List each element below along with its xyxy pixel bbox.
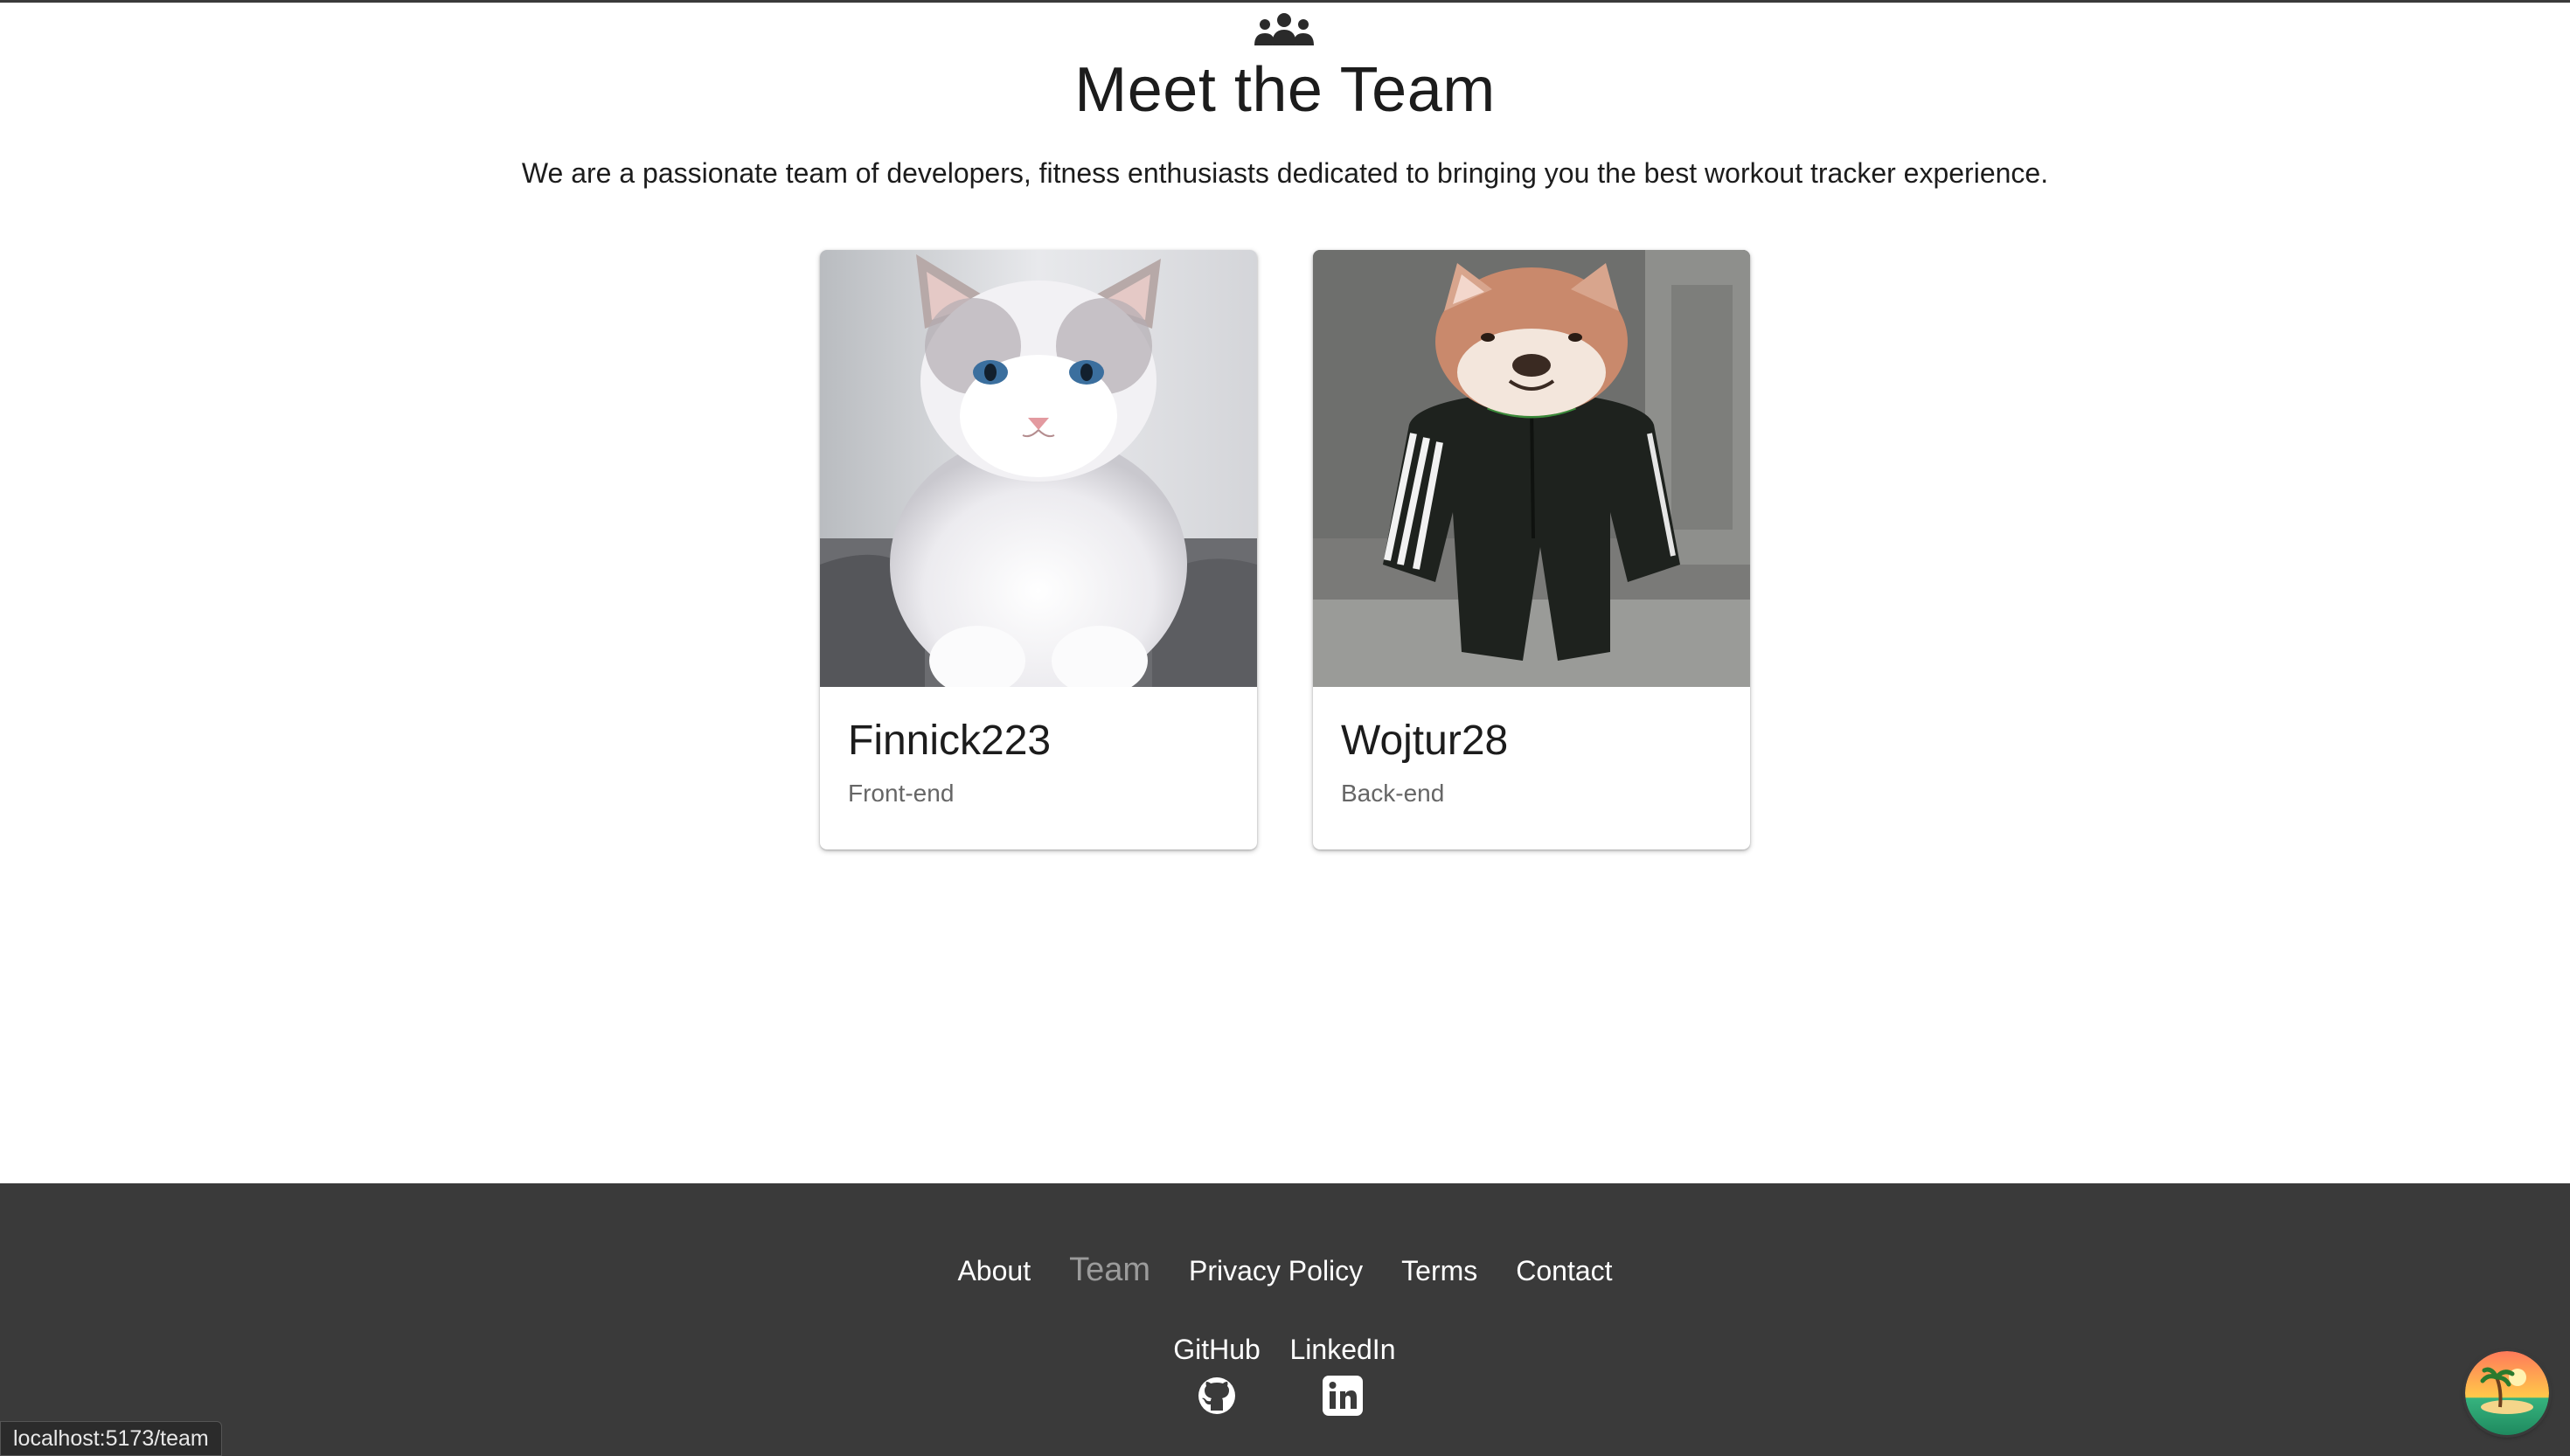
team-member-card: Wojtur28 Back-end xyxy=(1313,250,1750,849)
team-member-name: Wojtur28 xyxy=(1341,718,1509,764)
user-avatar-button[interactable] xyxy=(2465,1351,2549,1435)
team-member-name: Finnick223 xyxy=(848,718,1052,764)
white-cat-photo xyxy=(820,250,1257,687)
team-icon xyxy=(1254,13,1314,45)
footer-link-contact[interactable]: Contact xyxy=(1516,1255,1612,1287)
linkedin-label: LinkedIn xyxy=(1289,1334,1396,1365)
github-icon xyxy=(1198,1377,1235,1414)
team-member-role: Back-end xyxy=(1341,780,1445,807)
top-border xyxy=(0,0,2570,3)
footer: About Team Privacy Policy Terms Contact … xyxy=(0,1183,2570,1456)
team-member-role: Front-end xyxy=(848,780,955,807)
status-url: localhost:5173/team xyxy=(0,1421,222,1456)
footer-link-team[interactable]: Team xyxy=(1069,1251,1150,1289)
github-label: GitHub xyxy=(1173,1334,1261,1365)
dog-in-tracksuit-photo xyxy=(1313,250,1750,687)
page-subtitle: We are a passionate team of developers, … xyxy=(521,157,2049,189)
linkedin-icon xyxy=(1323,1376,1363,1416)
footer-link-about[interactable]: About xyxy=(957,1255,1031,1287)
team-page: Meet the Team We are a passionate team o… xyxy=(0,0,2570,1456)
team-member-card: Finnick223 Front-end xyxy=(820,250,1257,849)
page-title: Meet the Team xyxy=(1074,55,1496,125)
island-avatar-icon xyxy=(2465,1351,2549,1435)
footer-link-privacy-policy[interactable]: Privacy Policy xyxy=(1189,1255,1363,1287)
footer-link-terms[interactable]: Terms xyxy=(1401,1255,1477,1287)
github-link[interactable]: GitHub xyxy=(1168,1334,1266,1417)
footer-nav: About Team Privacy Policy Terms Contact xyxy=(0,1251,2570,1289)
linkedin-link[interactable]: LinkedIn xyxy=(1283,1334,1402,1417)
